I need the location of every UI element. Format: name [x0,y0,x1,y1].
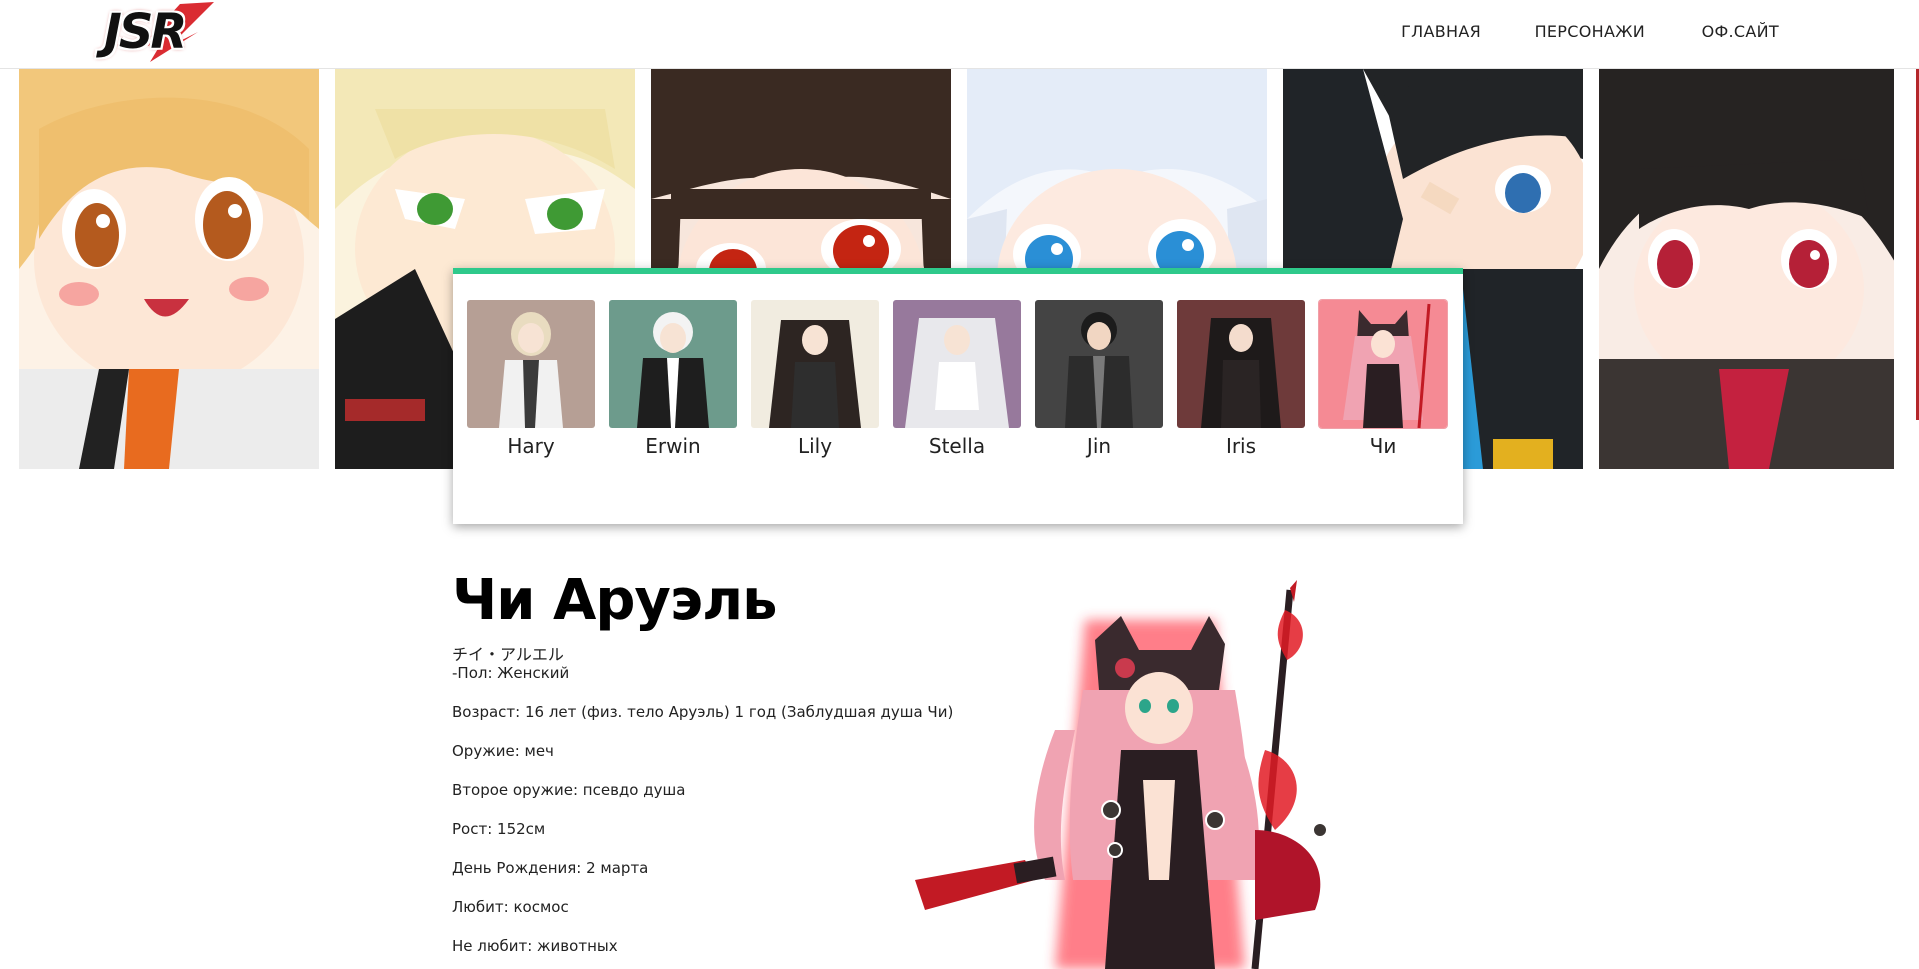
character-portrait [467,300,595,428]
character-thumb-erwin[interactable]: Erwin [609,300,737,458]
character-thumb-jin[interactable]: Jin [1035,300,1163,458]
character-thumb-stella[interactable]: Stella [893,300,1021,458]
character-portrait [751,300,879,428]
character-title: Чи Аруэль [452,568,778,633]
character-thumb-lily[interactable]: Lily [751,300,879,458]
stat-likes: Любит: космос [452,898,569,916]
character-name: Чи [1369,434,1397,458]
character-name: Stella [928,434,986,458]
character-portrait [1177,300,1305,428]
stat-birthday: День Рождения: 2 марта [452,859,649,877]
hero-panel [1599,69,1894,469]
hero-panel [19,69,319,469]
nav-official-site[interactable]: ОФ.САЙТ [1702,22,1779,41]
character-full-art-image [915,580,1328,969]
character-name: Jin [1086,434,1112,458]
site-header: JSR ГЛАВНАЯ ПЕРСОНАЖИ ОФ.САЙТ [0,0,1919,69]
character-face-image [19,69,319,469]
nav-home[interactable]: ГЛАВНАЯ [1401,22,1481,41]
character-thumb-hary[interactable]: Hary [467,300,595,458]
character-name: Hary [507,434,555,458]
character-name: Erwin [645,434,701,458]
character-name: Iris [1225,434,1257,458]
character-portrait [1035,300,1163,428]
character-selector-card: Hary Erwin Lily Stella Jin Iris Чи [453,268,1463,524]
stat-weapon: Оружие: меч [452,742,554,760]
stat-dislikes: Не любит: животных [452,937,618,955]
stat-height: Рост: 152см [452,820,546,838]
logo-text: JSR [104,4,187,60]
character-thumb-iris[interactable]: Iris [1177,300,1305,458]
character-gender: -Пол: Женский [452,664,570,682]
character-name: Lily [797,434,833,458]
character-portrait [893,300,1021,428]
character-portrait [1319,300,1447,428]
character-japanese-name: チイ・アルエル [452,645,564,664]
nav-characters[interactable]: ПЕРСОНАЖИ [1535,22,1645,41]
character-portrait [609,300,737,428]
stat-second-weapon: Второе оружие: псевдо душа [452,781,686,799]
stat-age: Возраст: 16 лет (физ. тело Аруэль) 1 год… [452,703,954,721]
site-logo[interactable]: JSR [98,2,218,64]
character-face-image [1599,69,1894,469]
character-thumb-chi[interactable]: Чи [1319,300,1447,458]
